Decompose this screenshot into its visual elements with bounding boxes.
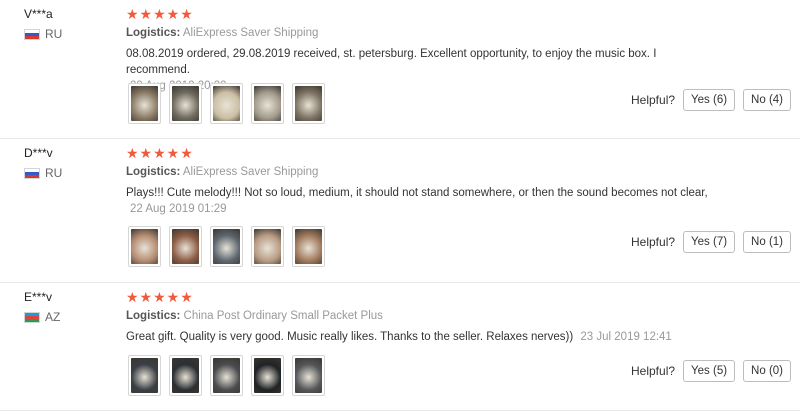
logistics-info: Logistics: AliExpress Saver Shipping [126,27,318,39]
review-photo-thumbnail[interactable] [292,226,325,267]
logistics-method: AliExpress Saver Shipping [182,166,319,178]
reviewer-name: D***v [24,146,53,160]
logistics-method: AliExpress Saver Shipping [182,27,319,39]
review-photo-thumbnail[interactable] [128,83,161,124]
helpful-label: Helpful? [631,235,676,249]
helpful-yes-button[interactable]: Yes (7) [683,231,736,253]
helpful-votes: Helpful? Yes (6) No (4) [631,89,791,111]
review-photo-thumbnail[interactable] [251,83,284,124]
reviewer-name: E***v [24,290,53,304]
reviewer-country: AZ [24,310,60,324]
star-rating: ★★★★★ [126,6,194,22]
logistics-label: Logistics: [126,27,181,39]
review-item: E***v AZ ★★★★★ Logistics: China Post Ord… [0,283,800,411]
review-item: D***v RU ★★★★★ Logistics: AliExpress Sav… [0,139,800,283]
review-photos [128,83,325,124]
star-rating: ★★★★★ [126,289,194,305]
flag-icon [24,167,40,179]
helpful-yes-button[interactable]: Yes (6) [683,89,736,111]
review-photos [128,226,325,267]
review-text: 08.08.2019 ordered, 29.08.2019 received,… [126,48,657,76]
review-photo-thumbnail[interactable] [169,83,202,124]
star-rating: ★★★★★ [126,145,194,161]
logistics-label: Logistics: [126,166,181,178]
review-text-block: Great gift. Quality is very good. Music … [126,329,714,345]
helpful-label: Helpful? [631,93,676,107]
review-photo-thumbnail[interactable] [210,226,243,267]
reviewer-country: RU [24,166,62,180]
review-date: 23 Jul 2019 12:41 [580,331,672,343]
review-text-block: Plays!!! Cute melody!!! Not so loud, med… [126,185,714,217]
review-photo-thumbnail[interactable] [169,226,202,267]
review-date: 22 Aug 2019 01:29 [130,203,227,215]
reviewer-name: V***a [24,7,53,21]
helpful-yes-button[interactable]: Yes (5) [683,360,736,382]
review-text: Great gift. Quality is very good. Music … [126,331,574,343]
helpful-no-button[interactable]: No (0) [743,360,791,382]
logistics-label: Logistics: [126,310,181,322]
review-photo-thumbnail[interactable] [210,83,243,124]
review-photo-thumbnail[interactable] [251,355,284,396]
review-photo-thumbnail[interactable] [251,226,284,267]
review-photo-thumbnail[interactable] [128,226,161,267]
review-text: Plays!!! Cute melody!!! Not so loud, med… [126,187,708,199]
review-photos [128,355,325,396]
helpful-no-button[interactable]: No (4) [743,89,791,111]
country-code: AZ [45,310,61,324]
helpful-votes: Helpful? Yes (5) No (0) [631,360,791,382]
flag-icon [24,311,40,323]
review-photo-thumbnail[interactable] [169,355,202,396]
reviewer-country: RU [24,27,62,41]
flag-icon [24,28,40,40]
review-photo-thumbnail[interactable] [128,355,161,396]
review-photo-thumbnail[interactable] [292,355,325,396]
country-code: RU [45,27,63,41]
logistics-info: Logistics: AliExpress Saver Shipping [126,166,318,178]
helpful-no-button[interactable]: No (1) [743,231,791,253]
review-item: V***a RU ★★★★★ Logistics: AliExpress Sav… [0,0,800,139]
helpful-votes: Helpful? Yes (7) No (1) [631,231,791,253]
logistics-method: China Post Ordinary Small Packet Plus [183,310,383,322]
country-code: RU [45,166,63,180]
helpful-label: Helpful? [631,364,676,378]
review-photo-thumbnail[interactable] [210,355,243,396]
logistics-info: Logistics: China Post Ordinary Small Pac… [126,310,383,322]
review-photo-thumbnail[interactable] [292,83,325,124]
